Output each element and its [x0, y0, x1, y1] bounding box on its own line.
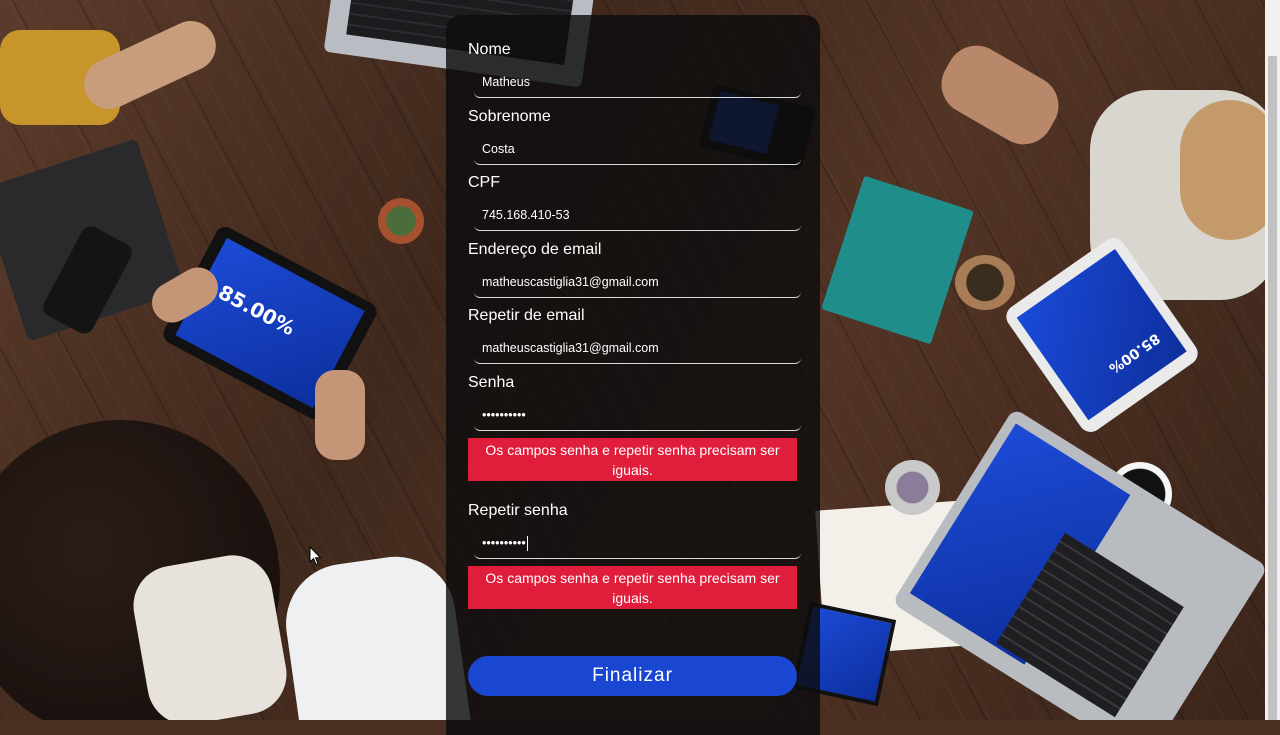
- label-nome: Nome: [468, 41, 511, 58]
- cpf-input[interactable]: 745.168.410-53: [474, 200, 801, 231]
- teal-book: [821, 175, 974, 345]
- email-input[interactable]: matheuscastiglia31@gmail.com: [474, 267, 801, 298]
- repetir-email-input[interactable]: matheuscastiglia31@gmail.com: [474, 333, 801, 364]
- hand: [930, 34, 1070, 156]
- repetir-senha-value: ••••••••••: [482, 536, 526, 550]
- label-cpf: CPF: [468, 174, 500, 191]
- label-repetir-email: Repetir de email: [468, 307, 585, 324]
- label-sobrenome: Sobrenome: [468, 108, 551, 125]
- person-shirt: [278, 549, 472, 720]
- potted-plant: [885, 460, 940, 515]
- page-scrollbar[interactable]: [1265, 0, 1280, 720]
- scrollbar-thumb[interactable]: [1268, 56, 1277, 720]
- repetir-senha-input[interactable]: ••••••••••: [474, 528, 801, 559]
- senha-input[interactable]: ••••••••••: [474, 400, 801, 431]
- label-repetir-senha: Repetir senha: [468, 502, 568, 519]
- nome-input[interactable]: Matheus: [474, 67, 801, 98]
- repetir-senha-error-message: Os campos senha e repetir senha precisam…: [468, 566, 797, 609]
- sobrenome-input[interactable]: Costa: [474, 134, 801, 165]
- finalizar-button[interactable]: Finalizar: [468, 656, 797, 696]
- senha-error-message: Os campos senha e repetir senha precisam…: [468, 438, 797, 481]
- label-senha: Senha: [468, 374, 515, 391]
- text-caret: [526, 536, 528, 552]
- coffee-mug: [955, 255, 1015, 310]
- label-email: Endereço de email: [468, 241, 602, 258]
- potted-plant: [378, 198, 424, 244]
- hand: [315, 370, 365, 460]
- person-hand: [75, 12, 225, 118]
